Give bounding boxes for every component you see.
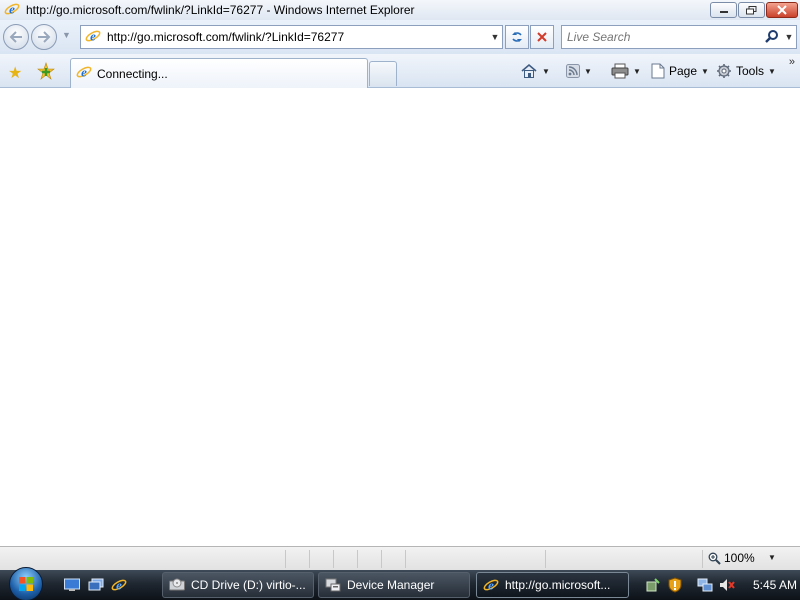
status-divider: [702, 550, 703, 568]
favorites-center-icon[interactable]: ★: [8, 63, 22, 83]
refresh-button[interactable]: [505, 25, 529, 49]
refresh-icon: [512, 32, 522, 42]
back-arrow-icon: [9, 31, 22, 43]
address-dropdown-icon[interactable]: ▼: [488, 32, 502, 42]
page-menu-label: Page: [669, 64, 698, 78]
security-shield-icon[interactable]: [667, 577, 683, 593]
taskbar-button-cd-drive[interactable]: CD Drive (D:) virtio-...: [162, 572, 314, 598]
svg-text:e: e: [9, 1, 15, 16]
start-button[interactable]: [5, 567, 47, 600]
show-desktop-icon[interactable]: [64, 577, 80, 593]
forward-button[interactable]: [31, 24, 57, 50]
ie-icon: e: [483, 577, 499, 593]
tools-dropdown-icon[interactable]: ▼: [768, 67, 776, 76]
taskbar-button-internet-explorer[interactable]: e http://go.microsoft...: [476, 572, 629, 598]
network-icon[interactable]: [697, 577, 713, 593]
taskbar: e CD Drive (D:) virtio-... Device Manage…: [0, 567, 800, 600]
page-menu-button[interactable]: Page ▼: [651, 61, 709, 81]
page-icon: [651, 63, 665, 79]
stop-icon: [537, 32, 547, 42]
home-dropdown-icon[interactable]: ▼: [542, 67, 550, 76]
tools-menu-label: Tools: [736, 64, 765, 78]
taskbar-button-label: CD Drive (D:) virtio-...: [191, 578, 306, 592]
new-tab-button[interactable]: [369, 61, 397, 86]
window-controls: [710, 2, 798, 18]
page-content-area[interactable]: [0, 89, 800, 546]
zoom-icon: [708, 552, 721, 565]
status-divider: [381, 550, 382, 568]
address-url[interactable]: http://go.microsoft.com/fwlink/?LinkId=7…: [107, 30, 488, 44]
close-button[interactable]: [766, 2, 798, 18]
print-button[interactable]: ▼: [611, 61, 641, 81]
minimize-button[interactable]: [710, 2, 737, 18]
volume-muted-icon[interactable]: [719, 577, 735, 593]
zoom-dropdown-icon[interactable]: ▼: [768, 553, 776, 562]
taskbar-button-label: Device Manager: [347, 578, 435, 592]
system-tray: 5:45 AM: [645, 572, 800, 598]
window-title: http://go.microsoft.com/fwlink/?LinkId=7…: [26, 3, 415, 17]
restore-icon: [746, 5, 757, 14]
switch-windows-icon[interactable]: [88, 577, 104, 593]
status-divider: [405, 550, 406, 568]
zoom-control[interactable]: 100%: [708, 551, 755, 565]
address-bar[interactable]: e http://go.microsoft.com/fwlink/?LinkId…: [80, 25, 503, 49]
tab-label: Connecting...: [97, 66, 168, 81]
search-box[interactable]: ▼: [561, 25, 797, 49]
add-to-favorites-icon[interactable]: [37, 62, 55, 85]
back-button[interactable]: [3, 24, 29, 50]
status-divider: [309, 550, 310, 568]
print-dropdown-icon[interactable]: ▼: [633, 67, 641, 76]
status-divider: [285, 550, 286, 568]
tools-menu-button[interactable]: Tools ▼: [716, 61, 776, 81]
close-icon: [777, 5, 787, 15]
recent-pages-dropdown[interactable]: ▼: [62, 30, 71, 40]
windows-logo-icon: [9, 567, 43, 600]
ie-quick-launch-icon[interactable]: e: [111, 577, 127, 593]
minimize-icon: [719, 11, 728, 13]
ie-icon: e: [76, 64, 92, 83]
status-divider: [333, 550, 334, 568]
status-divider: [357, 550, 358, 568]
forward-arrow-icon: [38, 31, 51, 43]
tab-connecting[interactable]: e Connecting...: [70, 58, 368, 88]
page-dropdown-icon[interactable]: ▼: [701, 67, 709, 76]
status-bar: 100% ▼: [0, 546, 800, 570]
svg-text:e: e: [488, 578, 494, 593]
svg-text:e: e: [90, 28, 96, 43]
status-divider: [545, 550, 546, 568]
search-options-dropdown[interactable]: ▼: [782, 32, 796, 42]
window-title-bar[interactable]: e http://go.microsoft.com/fwlink/?LinkId…: [0, 0, 800, 20]
cd-drive-icon: [169, 577, 185, 593]
toolbar-overflow-chevron-icon[interactable]: »: [789, 56, 795, 68]
feeds-button[interactable]: ▼: [566, 61, 592, 81]
ie-icon: e: [85, 28, 101, 47]
search-input[interactable]: [562, 27, 762, 47]
home-button[interactable]: ▼: [520, 61, 550, 81]
stop-button[interactable]: [530, 25, 554, 49]
print-icon: [611, 63, 629, 79]
safely-remove-hardware-icon[interactable]: [645, 577, 661, 593]
svg-text:e: e: [81, 65, 87, 80]
search-icon[interactable]: [762, 29, 782, 46]
home-icon: [521, 63, 537, 78]
svg-text:e: e: [116, 578, 122, 593]
clock[interactable]: 5:45 AM: [753, 578, 797, 592]
navigation-bar: ▼ e http://go.microsoft.com/fwlink/?Link…: [0, 20, 800, 54]
taskbar-button-device-manager[interactable]: Device Manager: [318, 572, 470, 598]
tab-command-bar: ★ e Connecting... ▼ ▼ ▼ Page ▼ Tools ▼ »: [0, 54, 800, 88]
device-manager-icon: [325, 577, 341, 593]
feeds-dropdown-icon[interactable]: ▼: [584, 67, 592, 76]
zoom-level: 100%: [724, 551, 755, 565]
gear-icon: [717, 64, 731, 78]
feeds-icon: [566, 64, 580, 78]
ie-icon: e: [4, 1, 20, 20]
maximize-button[interactable]: [738, 2, 765, 18]
taskbar-button-label: http://go.microsoft...: [505, 578, 611, 592]
